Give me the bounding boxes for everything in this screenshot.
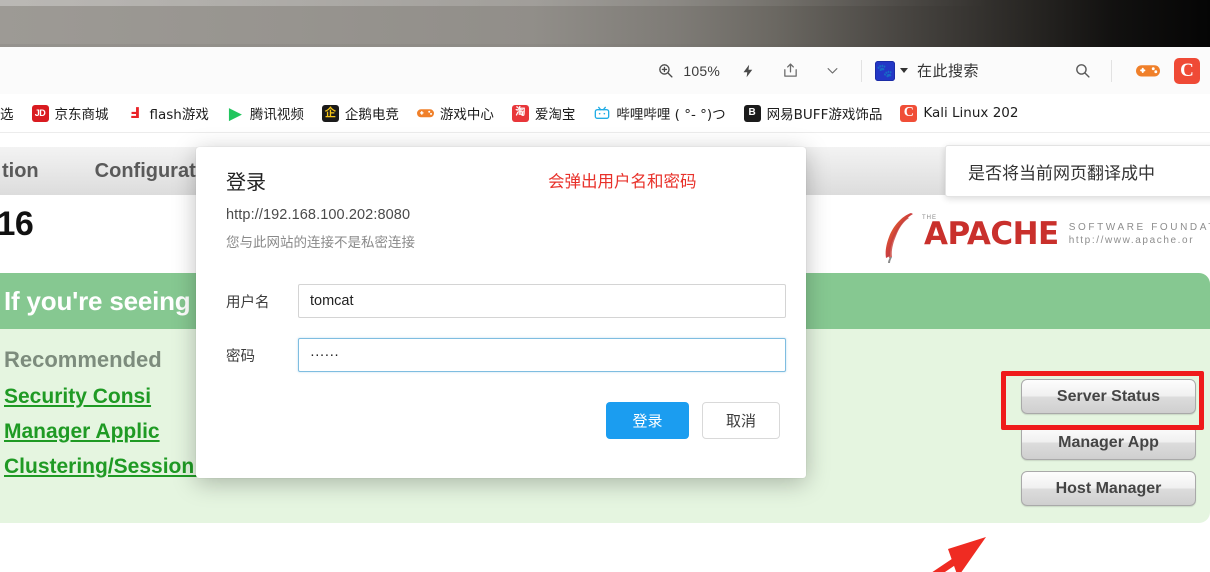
jd-icon: JD — [31, 104, 49, 122]
bookmark-item-tencent-video[interactable]: ▶ 腾讯视频 — [218, 100, 313, 126]
taobao-icon: 淘 — [511, 104, 529, 122]
host-manager-button[interactable]: Host Manager — [1021, 471, 1196, 506]
apache-feather-icon: THE — [880, 211, 936, 263]
apache-subtext: SOFTWARE FOUNDATIO http://www.apache.or — [1069, 222, 1210, 247]
login-cancel-button[interactable]: 取消 — [702, 402, 780, 439]
nav-link-configuration[interactable]: Configurati — [95, 160, 202, 183]
penguin-esports-icon: 企 — [321, 104, 339, 122]
dialog-annotation-label: 会弹出用户名和密码 — [548, 172, 697, 191]
c-logo-icon[interactable]: C — [1174, 57, 1200, 84]
zoom-level-label: 105% — [683, 62, 720, 79]
apache-the-label: THE — [922, 215, 937, 221]
bookmark-item-kali-linux[interactable]: C Kali Linux 202 — [891, 100, 1027, 126]
apache-wordmark: APACHE — [924, 216, 1059, 252]
bookmark-item-penguin-esports[interactable]: 企 企鹅电竞 — [313, 100, 408, 126]
tencent-video-icon: ▶ — [228, 103, 242, 123]
bookmark-item-bilibili[interactable]: 哔哩哔哩 ( °- °)つ — [584, 100, 734, 126]
bookmark-item-jd[interactable]: JD 京东商城 — [23, 100, 118, 126]
username-input[interactable] — [298, 284, 786, 318]
login-dialog: 登录 会弹出用户名和密码 http://192.168.100.202:8080… — [196, 147, 806, 478]
translate-prompt-bar[interactable]: 是否将当前网页翻译成中 — [945, 145, 1210, 197]
bookmark-label: 选 — [0, 107, 14, 123]
dialog-url: http://192.168.100.202:8080 — [226, 207, 411, 223]
bookmark-label: flash游戏 — [149, 107, 209, 123]
manager-app-button[interactable]: Manager App — [1021, 425, 1196, 460]
title-bar-sheen — [0, 0, 1210, 6]
bookmark-label: 游戏中心 — [439, 107, 494, 123]
game-center-icon — [416, 105, 434, 122]
search-magnifier-icon[interactable] — [1071, 60, 1093, 82]
password-row: 密码 — [226, 338, 786, 372]
kali-linux-icon: C — [900, 104, 918, 122]
bookmark-item-taobao[interactable]: 淘 爱淘宝 — [503, 100, 585, 126]
netease-buff-icon: В — [743, 104, 761, 122]
bookmarks-bar: 选 JD 京东商城 Ⅎ flash游戏 ▶ 腾讯视频 企 企鹅电竞 游戏中心 淘… — [0, 94, 1210, 133]
apache-subtext-line1: SOFTWARE FOUNDATIO — [1068, 222, 1210, 233]
username-label: 用户名 — [226, 294, 270, 311]
bookmark-item-game-center[interactable]: 游戏中心 — [408, 100, 503, 126]
page-title: t/8.5.16 — [0, 205, 34, 243]
password-input[interactable] — [298, 338, 786, 372]
dialog-privacy-note: 您与此网站的连接不是私密连接 — [226, 235, 415, 251]
tomcat-action-buttons: Server Status Manager App Host Manager — [1021, 379, 1196, 506]
bookmark-label: 腾讯视频 — [249, 107, 304, 123]
lightning-bolt-icon[interactable] — [738, 60, 760, 82]
zoom-in-magnifier-icon[interactable] — [654, 60, 676, 82]
chevron-down-icon[interactable] — [822, 60, 844, 82]
zoom-control[interactable]: 105% — [654, 60, 720, 82]
browser-toolbar: 105% 🐾 在此搜索 C — [0, 47, 1210, 94]
apache-foundation-logo: THE APACHE SOFTWARE FOUNDATIO http://www… — [880, 211, 1210, 263]
bookmark-label: 网易BUFF游戏饰品 — [766, 107, 883, 123]
bookmark-label: 哔哩哔哩 ( °- °)つ — [616, 107, 726, 123]
browser-title-bar — [0, 0, 1210, 47]
login-submit-button[interactable]: 登录 — [606, 402, 689, 439]
bookmark-label: 企鹅电竞 — [344, 107, 399, 123]
caret-down-icon[interactable] — [899, 68, 908, 73]
server-status-button[interactable]: Server Status — [1021, 379, 1196, 414]
congratulations-heading-left: If you're seeing — [4, 285, 191, 316]
dialog-title: 登录 — [226, 170, 266, 194]
apache-subtext-line2: http://www.apache.or — [1068, 234, 1195, 246]
dialog-actions: 登录 取消 — [606, 402, 780, 439]
nav-link-documentation[interactable]: tion — [2, 160, 39, 183]
bilibili-icon — [593, 104, 611, 122]
username-row: 用户名 — [226, 284, 786, 318]
flash-game-icon: Ⅎ — [126, 104, 144, 122]
toolbar-divider-2 — [1111, 59, 1112, 82]
toolbar-divider — [860, 59, 862, 82]
bookmark-label: Kali Linux 202 — [923, 105, 1019, 121]
gamepad-icon[interactable] — [1136, 59, 1160, 83]
bookmark-label: 爱淘宝 — [534, 107, 576, 123]
bookmark-item-netease-buff[interactable]: В 网易BUFF游戏饰品 — [735, 100, 892, 126]
baidu-paw-icon[interactable]: 🐾 — [874, 60, 895, 81]
bookmark-item[interactable]: 选 — [0, 100, 23, 126]
password-label: 密码 — [226, 348, 255, 365]
translate-prompt-text: 是否将当前网页翻译成中 — [968, 163, 1155, 184]
link-security-considerations[interactable]: Security Consi — [4, 385, 151, 409]
share-export-icon[interactable] — [780, 60, 802, 82]
red-arrow-annotation — [932, 537, 986, 572]
bookmark-label: 京东商城 — [54, 107, 109, 123]
bookmark-item-flash[interactable]: Ⅎ flash游戏 — [118, 100, 218, 126]
paw-glyph: 🐾 — [876, 63, 894, 78]
search-placeholder-label[interactable]: 在此搜索 — [917, 60, 979, 81]
